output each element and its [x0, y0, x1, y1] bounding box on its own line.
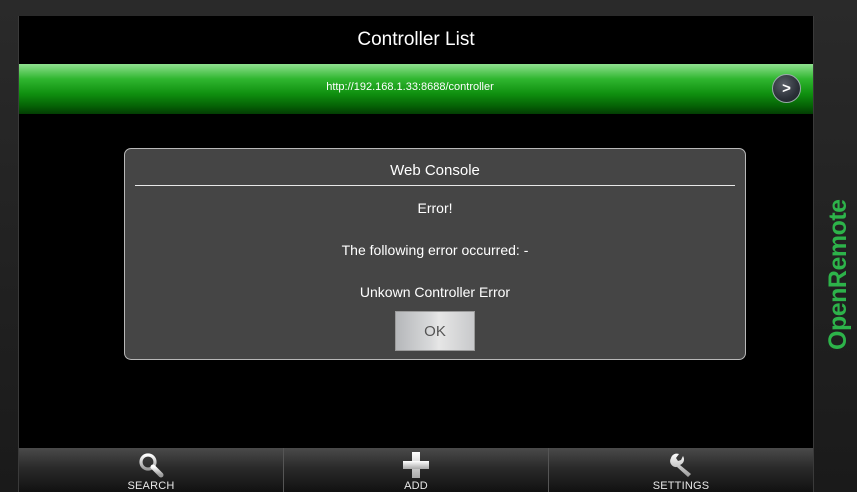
tab-search[interactable]: SEARCH: [19, 448, 284, 492]
dialog-message: The following error occurred: -: [341, 242, 529, 258]
dialog-detail: Unkown Controller Error: [359, 284, 511, 300]
dialog-heading: Error!: [417, 200, 453, 216]
app-screen: Controller List http://192.168.1.33:8688…: [18, 16, 814, 492]
logo-text: OpenRemote: [824, 199, 852, 350]
wrench-icon: [670, 453, 691, 477]
title-bar: Controller List: [19, 16, 813, 64]
chevron-right-icon: >: [782, 80, 791, 97]
tab-search-label: SEARCH: [127, 480, 175, 492]
controller-url[interactable]: http://192.168.1.33:8688/controller: [19, 81, 813, 93]
search-icon: [139, 453, 164, 478]
ok-button[interactable]: OK: [395, 311, 475, 351]
dialog-title: Web Console: [390, 162, 480, 179]
dialog-divider: [135, 185, 735, 186]
tab-settings[interactable]: SETTINGS: [549, 448, 813, 492]
page-title: Controller List: [357, 29, 475, 50]
tab-settings-label: SETTINGS: [652, 480, 710, 492]
go-button[interactable]: >: [772, 74, 801, 103]
openremote-logo: OpenRemote: [824, 199, 852, 350]
controller-url-bar[interactable]: http://192.168.1.33:8688/controller >: [19, 64, 813, 114]
tab-add-label: ADD: [404, 480, 428, 492]
error-dialog: Web Console Error! The following error o…: [124, 148, 746, 360]
plus-icon: [403, 452, 429, 478]
bottom-tab-bar: SEARCH ADD SETTINGS: [19, 448, 813, 492]
tab-add[interactable]: ADD: [284, 448, 549, 492]
